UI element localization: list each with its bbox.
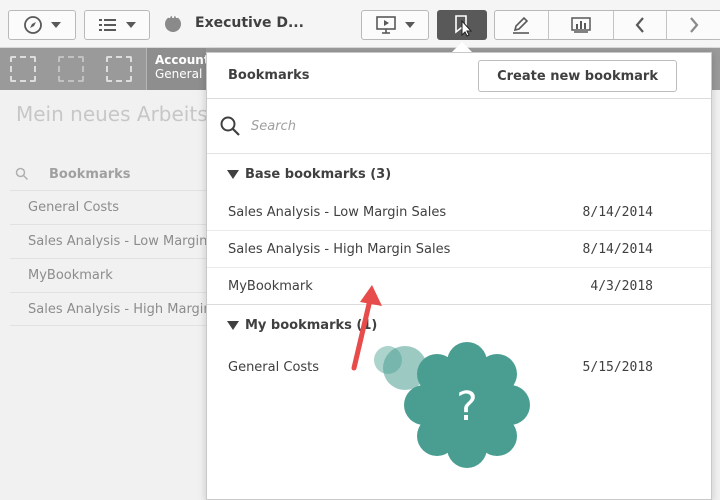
list-item[interactable]: General Costs xyxy=(10,190,206,224)
group-title: Base bookmarks (3) xyxy=(245,166,392,182)
current-selection-tab[interactable]: Account General xyxy=(146,48,206,90)
sheet-bookmark-list: Bookmarks General Costs Sales Analysis -… xyxy=(10,158,206,326)
app-options-icon[interactable] xyxy=(165,13,181,32)
story-button[interactable] xyxy=(549,11,614,39)
app-menu-button[interactable] xyxy=(84,10,150,40)
bookmark-date: 8/14/2014 xyxy=(582,241,653,257)
presentation-icon xyxy=(376,16,396,34)
sheet-title: Mein neues Arbeitsblatt xyxy=(16,102,206,126)
sheet-list-title: Bookmarks xyxy=(49,166,131,182)
clear-selections-icon[interactable] xyxy=(106,56,132,82)
pencil-icon xyxy=(513,16,530,34)
present-menu-button[interactable] xyxy=(361,10,429,40)
bookmark-search-row xyxy=(207,99,711,154)
app-title: Executive D... xyxy=(195,15,304,31)
panel-title: Bookmarks xyxy=(228,68,310,83)
selection-field-value: General xyxy=(155,67,203,81)
selection-field-name: Account xyxy=(155,53,206,67)
next-sheet-button[interactable] xyxy=(667,11,720,39)
collapse-triangle-icon xyxy=(227,169,239,179)
panel-pointer xyxy=(452,42,472,52)
bookmark-date: 5/15/2018 xyxy=(582,359,653,375)
chevron-left-icon xyxy=(635,17,645,33)
list-icon xyxy=(99,19,116,31)
search-icon xyxy=(15,167,29,181)
bookmarks-panel: Bookmarks Create new bookmark Base bookm… xyxy=(206,52,712,500)
bookmark-name: Sales Analysis - Low Margin Sales xyxy=(228,204,447,220)
bookmark-icon xyxy=(455,15,473,37)
previous-sheet-button[interactable] xyxy=(614,11,668,39)
bookmark-row[interactable]: MyBookmark 4/3/2018 xyxy=(207,268,711,305)
bookmark-row[interactable]: General Costs 5/15/2018 xyxy=(207,345,711,389)
bookmark-search-input[interactable] xyxy=(251,118,651,134)
my-bookmarks-group[interactable]: My bookmarks (1) xyxy=(207,305,711,345)
group-title: My bookmarks (1) xyxy=(245,317,378,333)
caret-down-icon xyxy=(51,22,61,28)
bookmark-row[interactable]: Sales Analysis - High Margin Sales 8/14/… xyxy=(207,231,711,268)
chevron-right-icon xyxy=(690,17,699,33)
step-back-icon[interactable] xyxy=(10,56,36,82)
edit-story-nav-group xyxy=(494,10,720,40)
create-bookmark-button[interactable]: Create new bookmark xyxy=(478,60,677,92)
caret-down-icon xyxy=(405,22,415,28)
bookmark-name: Sales Analysis - High Margin Sales xyxy=(228,241,451,257)
step-forward-icon[interactable] xyxy=(58,56,84,82)
top-toolbar: Executive D... xyxy=(0,0,720,48)
story-icon xyxy=(570,17,591,33)
collapse-triangle-icon xyxy=(227,320,239,330)
caret-down-icon xyxy=(126,22,136,28)
bookmark-date: 8/14/2014 xyxy=(582,204,653,220)
bookmark-name: MyBookmark xyxy=(228,278,313,294)
list-item[interactable]: MyBookmark xyxy=(10,258,206,292)
navigation-menu-button[interactable] xyxy=(8,10,76,40)
bookmark-date: 4/3/2018 xyxy=(590,278,653,294)
bookmark-name: General Costs xyxy=(228,359,320,375)
panel-header: Bookmarks Create new bookmark xyxy=(207,53,711,99)
list-item[interactable]: Sales Analysis - High Margin Sales xyxy=(10,292,206,326)
bookmark-row[interactable]: Sales Analysis - Low Margin Sales 8/14/2… xyxy=(207,194,711,231)
bookmarks-button[interactable] xyxy=(437,10,487,40)
search-icon xyxy=(220,116,240,136)
sheet-list-header: Bookmarks xyxy=(10,158,206,190)
list-item[interactable]: Sales Analysis - Low Margin Sales xyxy=(10,224,206,258)
edit-button[interactable] xyxy=(495,11,549,39)
base-bookmarks-group[interactable]: Base bookmarks (3) xyxy=(207,154,711,194)
compass-icon xyxy=(24,16,42,34)
